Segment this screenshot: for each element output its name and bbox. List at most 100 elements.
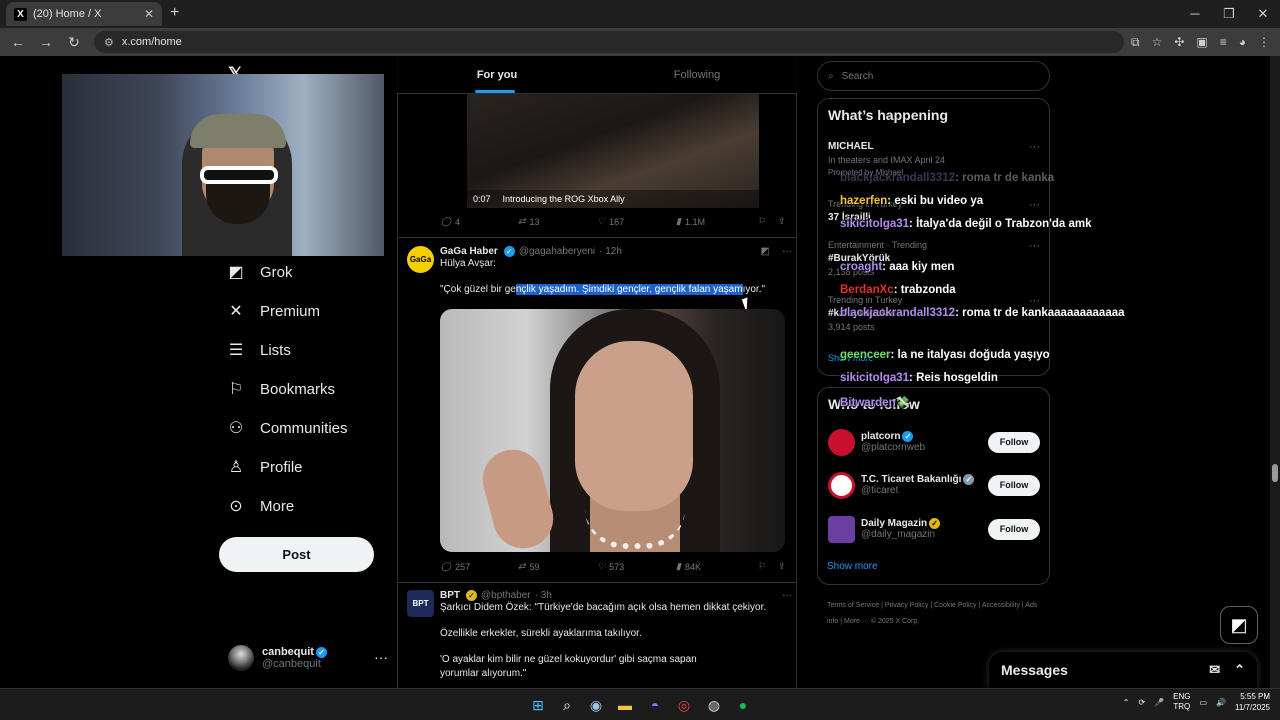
expand-icon[interactable]: ⌃ [1234, 662, 1245, 678]
x-icon: ✕ [229, 303, 243, 320]
tweet-photo[interactable] [440, 309, 785, 552]
microphone-icon[interactable]: 🎤 [1154, 698, 1164, 707]
follow-button[interactable]: Follow [988, 431, 1040, 453]
post-button[interactable]: Post [219, 537, 374, 572]
clock[interactable]: 5:55 PM 11/7/2025 [1235, 691, 1270, 713]
sidebar-item-lists[interactable]: ☰ Lists [226, 340, 291, 360]
site-info-icon[interactable]: ⚙ [104, 36, 114, 49]
grok-fab-icon[interactable]: ◩ [1220, 606, 1258, 644]
more-options-icon[interactable]: ··· [782, 590, 792, 601]
sync-icon[interactable]: ⟳ [1138, 698, 1145, 707]
retweet-button[interactable]: ⇄ 13 [518, 216, 597, 227]
menu-icon[interactable]: ⋮ [1258, 35, 1270, 50]
steam-icon[interactable]: ◉ [586, 695, 606, 715]
browser-tab[interactable]: X (20) Home / X ✕ [6, 2, 162, 26]
like-button[interactable]: ♡ 167 [597, 216, 676, 227]
like-button[interactable]: ♡ 573 [597, 561, 676, 572]
more-options-icon[interactable]: ··· [1029, 295, 1040, 307]
sidebar-item-premium[interactable]: ✕ Premium [226, 301, 320, 321]
extensions-icon[interactable]: ✣ [1174, 35, 1184, 50]
show-more-link[interactable]: Show more [827, 561, 878, 572]
follow-button[interactable]: Follow [988, 518, 1040, 540]
tweet-author[interactable]: BPT [440, 590, 460, 601]
avatar[interactable]: BPT [407, 590, 434, 617]
back-icon[interactable]: ← [6, 34, 30, 50]
share-icon[interactable]: ⇪ [778, 561, 786, 572]
more-options-icon[interactable]: ··· [1029, 240, 1040, 252]
minimize-icon[interactable]: ─ [1178, 0, 1212, 28]
follow-button[interactable]: Follow [988, 474, 1040, 496]
footer-links[interactable]: Terms of Service | Privacy Policy | Cook… [827, 598, 1047, 630]
sidebar-item-more[interactable]: ⊙ More [226, 496, 294, 516]
forward-icon[interactable]: → [34, 34, 58, 50]
file-explorer-icon[interactable]: ▬ [615, 695, 635, 715]
media-control-icon[interactable]: ≡ [1220, 35, 1227, 50]
tweet-time[interactable]: · 3h [535, 590, 552, 601]
tweet-video[interactable]: 0:07 Introducing the ROG Xbox Ally [467, 94, 759, 208]
tab-for-you[interactable]: For you [397, 56, 597, 93]
verified-badge-icon: ✓ [902, 430, 914, 442]
reload-icon[interactable]: ↻ [62, 34, 86, 51]
tweet[interactable]: BPT BPT ✓ @bpthaber · 3h ··· Şarkıcı Did… [407, 590, 792, 681]
network-icon[interactable]: ▭ [1199, 698, 1207, 707]
profile-avatar-icon[interactable]: ◕ [1239, 35, 1246, 50]
discord-icon[interactable]: ◓ [645, 695, 665, 715]
lists-icon: ☰ [228, 342, 244, 359]
sidebar-item-bookmarks[interactable]: ⚐ Bookmarks [226, 379, 335, 399]
more-options-icon[interactable]: ··· [374, 649, 388, 665]
sidebar-item-communities[interactable]: ⚇ Communities [226, 418, 348, 438]
grok-explain-icon[interactable]: ◩ [761, 246, 770, 257]
views-button[interactable]: ▮ 84K [676, 561, 758, 572]
reply-button[interactable]: ◯ 257 [441, 561, 518, 572]
new-tab-icon[interactable]: + [170, 4, 179, 22]
follow-suggestion[interactable]: platcorn ✓ @platcornweb Follow [828, 427, 1040, 457]
tweet-text-line: yorumlar alıyorum." [440, 668, 527, 679]
chevron-up-icon[interactable]: ⌃ [1123, 698, 1130, 707]
address-bar[interactable]: ⚙ x.com/home [94, 31, 1124, 53]
sidebar-item-grok[interactable]: ◩ Grok [226, 262, 292, 282]
new-message-icon[interactable]: ✉ [1209, 662, 1220, 678]
more-options-icon[interactable]: ··· [1029, 141, 1040, 153]
language-indicator[interactable]: ENG [1173, 692, 1190, 702]
tab-following[interactable]: Following [597, 56, 797, 93]
close-tab-icon[interactable]: ✕ [144, 7, 154, 21]
obs-icon[interactable]: ◍ [704, 695, 724, 715]
scrollbar[interactable] [1270, 56, 1280, 688]
volume-icon[interactable]: 🔊 [1216, 698, 1226, 707]
messages-drawer[interactable]: Messages ✉ ⌃ [989, 652, 1257, 688]
chat-message: BerdanXc: trabzonda [840, 284, 956, 296]
bookmark-star-icon[interactable]: ☆ [1152, 35, 1163, 50]
heart-icon: ♡ [597, 216, 606, 226]
search-input[interactable]: ⌕ Search [817, 61, 1050, 91]
split-view-icon[interactable]: ▣ [1196, 35, 1207, 50]
account-switcher[interactable]: canbequit ✓ @canbequit ··· [228, 643, 388, 673]
chat-text: : trabzonda [893, 284, 956, 296]
share-icon[interactable]: ⇪ [778, 216, 786, 227]
spotify-icon[interactable]: ● [733, 695, 753, 715]
bookmark-icon[interactable]: ⚐ [758, 216, 778, 227]
close-window-icon[interactable]: ✕ [1246, 0, 1280, 28]
more-options-icon[interactable]: ··· [782, 246, 792, 257]
more-options-icon[interactable]: ··· [1029, 199, 1040, 211]
avatar[interactable]: GaGa [407, 246, 434, 273]
restore-icon[interactable]: ❐ [1212, 0, 1246, 28]
follow-suggestion[interactable]: T.C. Ticaret Bakanlığı ✓ @ticaret Follow [828, 470, 1040, 500]
bookmark-icon[interactable]: ⚐ [758, 561, 778, 572]
tweet-handle[interactable]: @bpthaber [481, 590, 531, 601]
search-icon[interactable]: ⌕ [557, 695, 577, 715]
scrollbar-thumb[interactable] [1272, 464, 1278, 482]
tweet-author[interactable]: GaGa Haber [440, 246, 498, 257]
tweet[interactable]: GaGa GaGa Haber ✓ @gagahaberyeni · 12h ◩… [407, 246, 792, 297]
tweet-handle[interactable]: @gagahaberyeni [519, 246, 595, 257]
install-app-icon[interactable]: ⧉ [1131, 35, 1140, 50]
chrome-icon[interactable]: ◎ [674, 695, 694, 715]
windows-start-icon[interactable]: ⊞ [528, 695, 548, 715]
keyboard-layout[interactable]: TRQ [1173, 702, 1190, 712]
views-button[interactable]: ▮ 1.1M [676, 216, 758, 227]
follow-suggestion[interactable]: Daily Magazin ✓ @daily_magazin Follow [828, 514, 1040, 544]
reply-button[interactable]: ◯ 4 [441, 216, 518, 227]
avatar [828, 428, 855, 456]
tweet-time[interactable]: · 12h [599, 246, 622, 257]
retweet-button[interactable]: ⇄ 59 [518, 561, 597, 572]
sidebar-item-profile[interactable]: ♙ Profile [226, 457, 303, 477]
